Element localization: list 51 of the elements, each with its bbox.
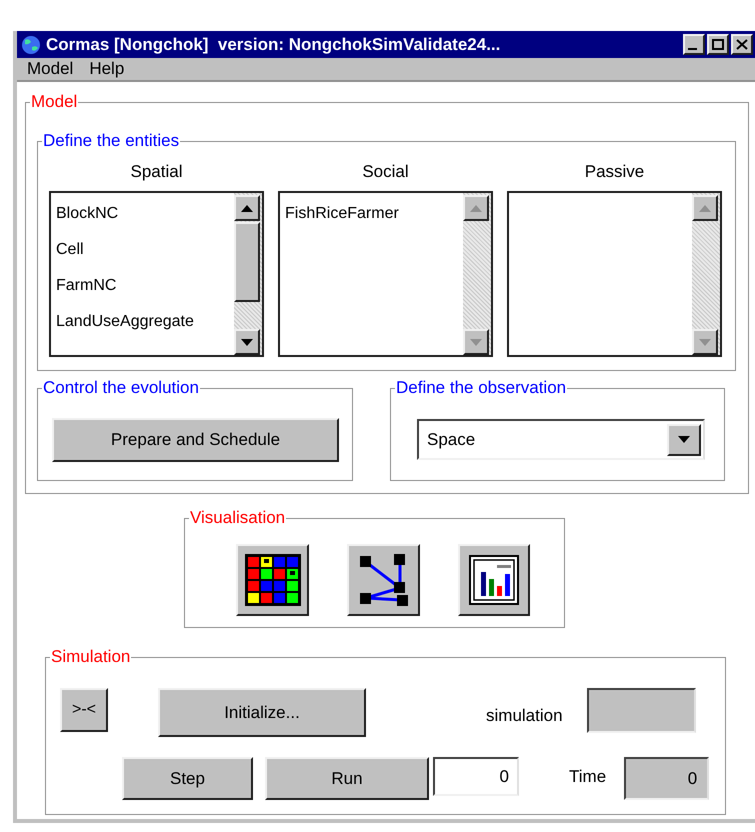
list-item[interactable]: LandUseAggregate <box>56 311 234 332</box>
scroll-thumb[interactable] <box>234 222 260 302</box>
collapse-button[interactable]: >-< <box>60 688 108 732</box>
scroll-up-button[interactable] <box>463 195 489 221</box>
time-field: 0 <box>624 757 710 800</box>
up-arrow-icon <box>241 204 253 212</box>
up-arrow-icon <box>470 204 482 212</box>
globe-icon <box>20 34 42 54</box>
step-button[interactable]: Step <box>122 757 253 800</box>
list-heading: Social <box>362 162 409 182</box>
close-icon <box>736 39 748 50</box>
simulation-label: simulation <box>486 705 563 727</box>
time-label: Time <box>569 766 606 788</box>
list-item[interactable]: BlockNC <box>56 203 234 224</box>
scroll-down-button[interactable] <box>463 329 489 355</box>
minimize-button[interactable] <box>683 34 705 55</box>
maximize-icon <box>712 39 724 50</box>
list-item[interactable]: Cell <box>56 239 234 260</box>
scroll-down-button[interactable] <box>692 329 718 355</box>
window-title: Cormas [Nongchok] version: NongchokSimValidate24... <box>46 34 502 56</box>
up-arrow-icon <box>699 204 711 212</box>
scroll-up-button[interactable] <box>234 195 260 221</box>
scrollbar[interactable] <box>692 193 720 355</box>
list-item[interactable]: FarmNC <box>56 275 234 296</box>
scroll-up-button[interactable] <box>692 195 718 221</box>
minimize-icon <box>688 48 700 50</box>
grid-view-button[interactable] <box>236 544 309 616</box>
list-item[interactable]: FishRiceFarmer <box>285 203 463 224</box>
initialize-button[interactable]: Initialize... <box>158 688 366 737</box>
dropdown-arrow-icon <box>678 436 690 443</box>
down-arrow-icon <box>470 338 482 346</box>
network-graph-icon <box>358 554 410 606</box>
prepare-schedule-button[interactable]: Prepare and Schedule <box>52 418 339 462</box>
down-arrow-icon <box>699 338 711 346</box>
maximize-button[interactable] <box>707 34 729 55</box>
steps-field[interactable]: 0 <box>433 757 519 796</box>
grid-map-icon <box>244 554 300 606</box>
down-arrow-icon <box>241 338 253 346</box>
scrollbar[interactable] <box>463 193 491 355</box>
observation-dropdown[interactable]: Space <box>417 419 705 460</box>
menu-item[interactable]: Model <box>27 59 74 79</box>
close-button[interactable] <box>731 34 753 55</box>
chart-view-button[interactable] <box>458 544 530 616</box>
scroll-down-button[interactable] <box>234 329 260 355</box>
list-heading: Passive <box>584 162 644 182</box>
run-button[interactable]: Run <box>265 757 429 800</box>
bar-chart-icon <box>469 555 519 605</box>
network-view-button[interactable] <box>347 544 420 616</box>
scrollbar[interactable] <box>234 193 262 355</box>
menu-item[interactable]: Help <box>89 59 124 79</box>
list-heading: Spatial <box>130 162 182 182</box>
